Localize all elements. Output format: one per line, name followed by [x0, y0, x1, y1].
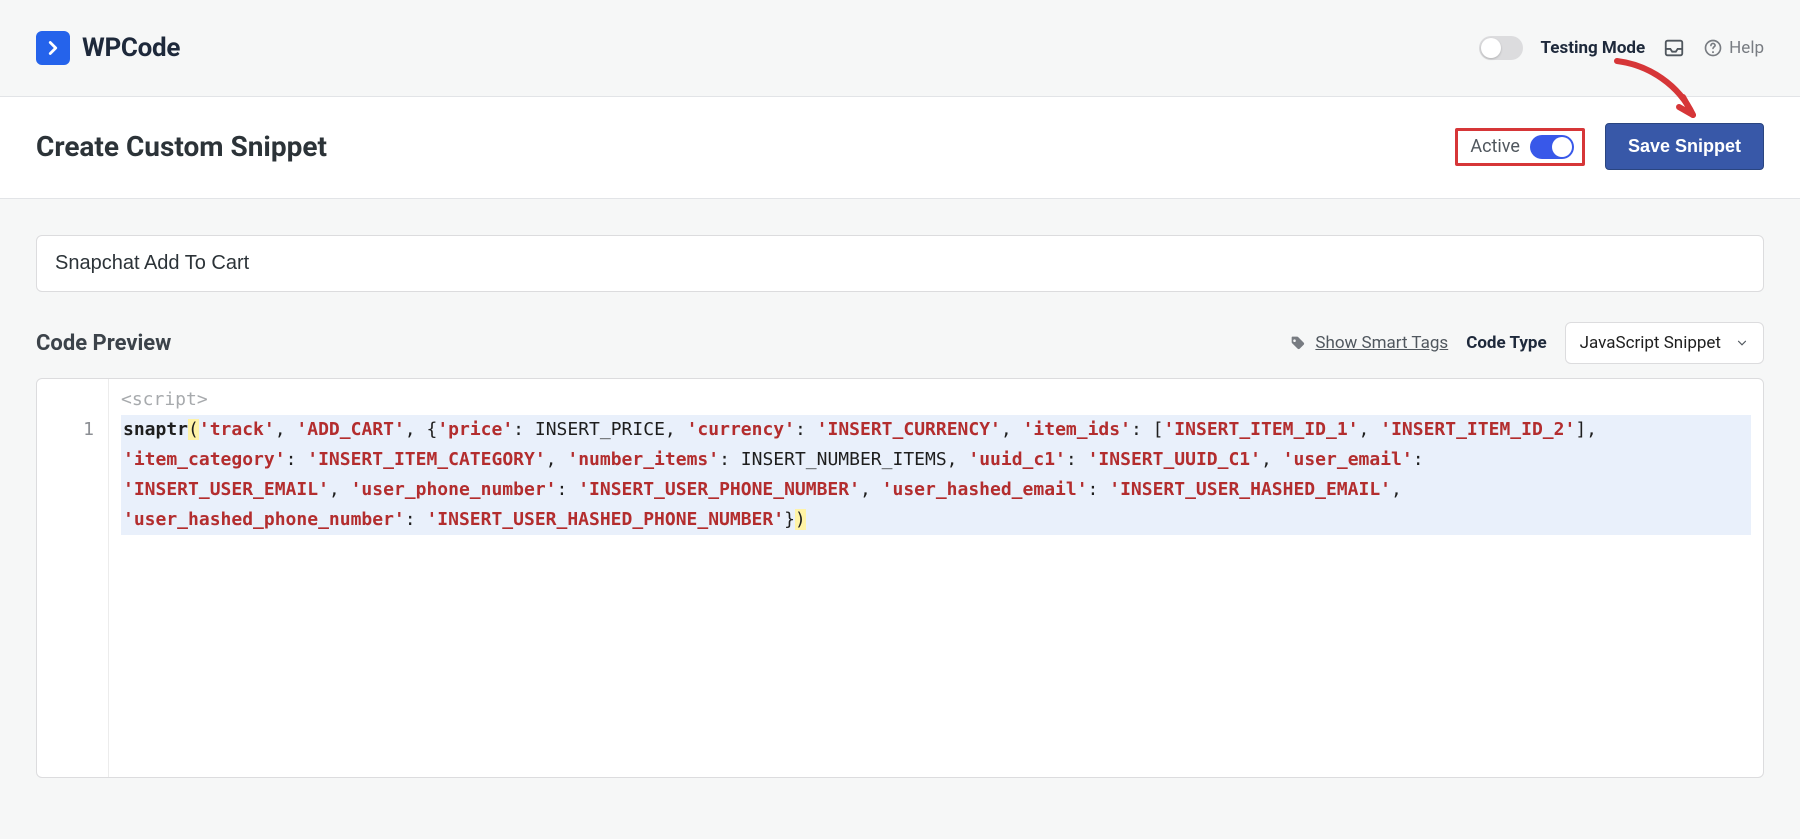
help-icon — [1703, 38, 1723, 58]
brand-mark — [36, 31, 70, 65]
code-editor[interactable]: 1 <script> snaptr('track', 'ADD_CART', {… — [36, 378, 1764, 778]
code-line-3: 'INSERT_USER_EMAIL', 'user_phone_number'… — [121, 475, 1751, 505]
page-title: Create Custom Snippet — [36, 130, 327, 163]
chevron-down-icon — [1735, 336, 1749, 350]
inbox-icon[interactable] — [1663, 37, 1685, 59]
testing-mode-label: Testing Mode — [1541, 38, 1646, 58]
active-toggle-group: Active — [1455, 128, 1585, 166]
snippet-title-input[interactable] — [36, 235, 1764, 292]
code-area[interactable]: <script> snaptr('track', 'ADD_CART', {'p… — [109, 379, 1763, 777]
save-snippet-button[interactable]: Save Snippet — [1605, 123, 1764, 170]
show-smart-tags-label[interactable]: Show Smart Tags — [1315, 333, 1448, 353]
active-toggle[interactable] — [1530, 135, 1574, 159]
tags-icon — [1287, 332, 1309, 354]
code-type-select[interactable]: JavaScript Snippet — [1565, 322, 1764, 364]
code-preview-title: Code Preview — [36, 331, 171, 356]
testing-mode-toggle[interactable] — [1479, 36, 1523, 60]
help-link[interactable]: Help — [1703, 38, 1764, 58]
line-number: 1 — [37, 415, 94, 445]
code-line-4: 'user_hashed_phone_number': 'INSERT_USER… — [121, 505, 1751, 535]
code-type-label: Code Type — [1466, 333, 1546, 353]
active-label: Active — [1470, 136, 1520, 157]
brand-name: WPCode — [82, 33, 180, 63]
editor-gutter: 1 — [37, 379, 109, 777]
script-tag-open: <script> — [121, 389, 208, 410]
code-type-value: JavaScript Snippet — [1580, 333, 1721, 353]
code-line-1: snaptr('track', 'ADD_CART', {'price': IN… — [121, 415, 1751, 445]
code-line-2: 'item_category': 'INSERT_ITEM_CATEGORY',… — [121, 445, 1751, 475]
show-smart-tags-link[interactable]: Show Smart Tags — [1287, 332, 1448, 354]
brand-logo: WPCode — [36, 31, 180, 65]
help-label: Help — [1729, 38, 1764, 58]
